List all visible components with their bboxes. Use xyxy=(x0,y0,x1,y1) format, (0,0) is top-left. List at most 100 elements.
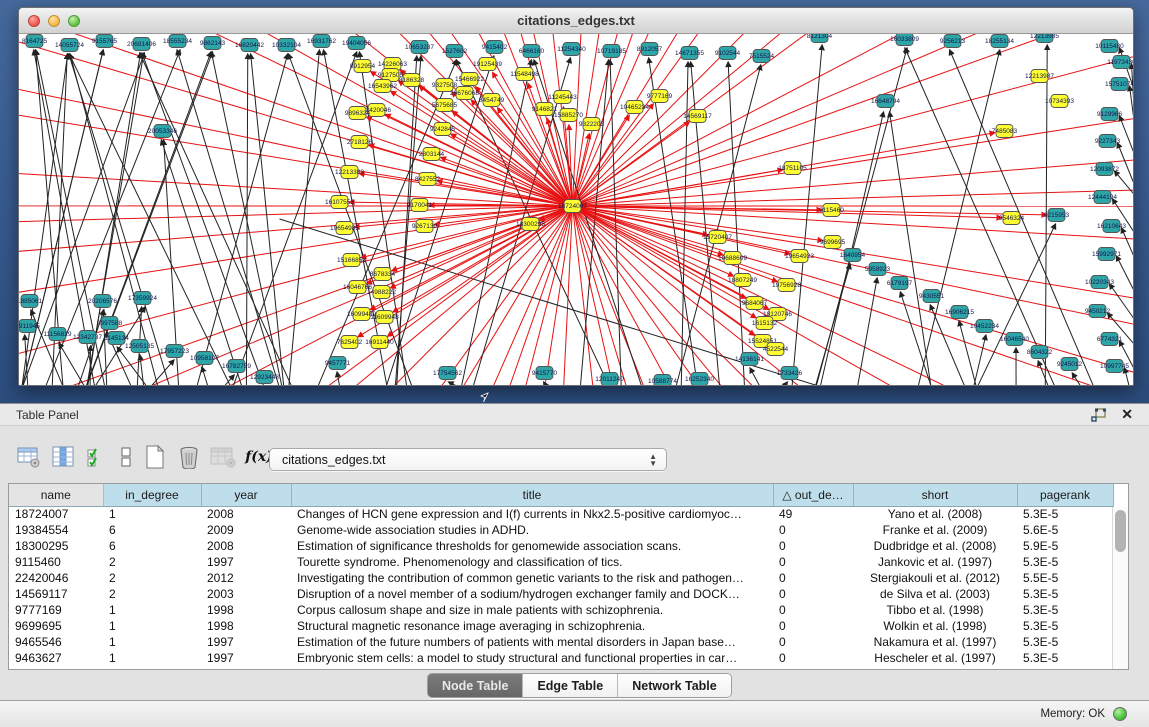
graph-node[interactable]: 16033809 xyxy=(890,34,919,46)
memory-ok-indicator[interactable] xyxy=(1113,707,1127,721)
graph-node[interactable]: 9245012 xyxy=(1057,358,1083,371)
graph-node[interactable]: 3911945 xyxy=(19,320,40,333)
column-header-pagerank[interactable]: pagerank xyxy=(1017,484,1113,506)
table-row[interactable]: 911546021997Tourette syndrome. Phenomeno… xyxy=(9,554,1113,570)
graph-node[interactable]: 10734393 xyxy=(1045,95,1074,108)
graph-node[interactable]: 17754562 xyxy=(433,367,462,380)
graph-node[interactable]: 15720407 xyxy=(703,231,732,244)
column-header-out_de[interactable]: △ out_de… xyxy=(773,484,853,506)
graph-node[interactable]: 12011240 xyxy=(595,373,624,386)
graph-node[interactable]: 12444194 xyxy=(1088,191,1117,204)
graph-node[interactable]: 9415770 xyxy=(532,367,558,380)
table-row[interactable]: 977716911998Corpus callosum shape and si… xyxy=(9,602,1113,618)
column-header-name[interactable]: name xyxy=(9,484,103,506)
column-header-short[interactable]: short xyxy=(853,484,1017,506)
graph-node[interactable]: 18751105 xyxy=(778,162,807,175)
select-all-icon[interactable] xyxy=(82,443,112,471)
graph-node[interactable]: 10465234 xyxy=(620,101,649,114)
graph-node[interactable]: 14055724 xyxy=(55,39,84,52)
graph-node[interactable]: 1885061 xyxy=(19,295,43,308)
show-columns-icon[interactable] xyxy=(48,443,78,471)
graph-node[interactable]: 20691406 xyxy=(127,38,156,51)
graph-node[interactable]: 16210643 xyxy=(1097,220,1126,233)
graph-node[interactable]: 14671355 xyxy=(675,47,704,60)
graph-node[interactable]: 9450212 xyxy=(1085,305,1111,318)
graph-node[interactable]: 9457771 xyxy=(325,357,351,370)
column-header-in_degree[interactable]: in_degree xyxy=(103,484,201,506)
graph-node[interactable]: 9129966 xyxy=(1097,108,1123,121)
graph-node[interactable]: 16931762 xyxy=(307,35,336,48)
graph-node[interactable]: 9242845 xyxy=(430,123,456,136)
graph-node[interactable]: 16906215 xyxy=(945,306,974,319)
graph-node[interactable]: 9415402 xyxy=(482,41,508,54)
scrollbar-thumb[interactable] xyxy=(1115,510,1126,552)
graph-node[interactable]: 1527602 xyxy=(442,45,468,58)
graph-node[interactable]: 18255134 xyxy=(985,35,1014,48)
graph-node[interactable]: 11156829 xyxy=(44,328,72,341)
graph-node[interactable]: 6774321 xyxy=(1097,333,1123,346)
graph-node[interactable]: 12213987 xyxy=(1025,70,1054,83)
tab-network-table[interactable]: Network Table xyxy=(618,674,731,697)
selection-mode-icon[interactable] xyxy=(116,443,136,471)
graph-node[interactable]: 9256213 xyxy=(940,35,966,48)
network-canvas[interactable]: 8912954142260639127505165439628186328932… xyxy=(19,34,1133,386)
graph-node[interactable]: 2718126 xyxy=(347,136,373,149)
graph-node[interactable]: 9155765 xyxy=(92,35,118,48)
graph-node[interactable]: 7625402 xyxy=(337,336,363,349)
graph-node[interactable]: 17957223 xyxy=(160,345,189,358)
graph-node[interactable]: 10588774 xyxy=(648,375,677,387)
graph-node[interactable]: 9227343 xyxy=(1095,135,1121,148)
graph-node[interactable]: 10719185 xyxy=(597,45,626,58)
graph-node[interactable]: 15885270 xyxy=(554,109,583,122)
graph-node[interactable]: 8121304 xyxy=(807,34,833,43)
graph-node[interactable]: 12505135 xyxy=(125,340,154,353)
graph-node[interactable]: 9322203 xyxy=(579,118,605,131)
graph-node[interactable]: 20206576 xyxy=(88,295,117,308)
tab-edge-table[interactable]: Edge Table xyxy=(523,674,618,697)
graph-node[interactable]: 9102544 xyxy=(715,47,741,60)
table-scrollbar[interactable] xyxy=(1112,507,1128,669)
graph-node[interactable]: 10452234 xyxy=(970,320,999,333)
graph-node[interactable]: 5958923 xyxy=(865,263,891,276)
table-row[interactable]: 2242004622012Investigating the contribut… xyxy=(9,570,1113,586)
graph-node[interactable]: 19404056 xyxy=(342,37,371,50)
float-panel-icon[interactable] xyxy=(1091,408,1107,423)
graph-node[interactable]: 16911440 xyxy=(365,336,394,349)
tab-node-table[interactable]: Node Table xyxy=(428,674,523,697)
create-table-icon[interactable] xyxy=(140,443,170,471)
graph-node[interactable]: 9862143 xyxy=(200,37,226,50)
network-window[interactable]: citations_edges.txt 89129541422606391275… xyxy=(18,7,1134,386)
graph-node[interactable]: 8912057 xyxy=(637,43,663,56)
graph-node[interactable]: 9699695 xyxy=(820,236,846,249)
graph-node[interactable]: 7485083 xyxy=(992,125,1018,138)
delete-table-icon[interactable] xyxy=(208,443,238,471)
table-mode-icon[interactable] xyxy=(14,443,44,471)
graph-node[interactable]: 16107553 xyxy=(325,196,354,209)
graph-node[interactable]: 10115480 xyxy=(1095,40,1124,53)
graph-node[interactable]: 16252340 xyxy=(685,373,714,386)
citation-graph[interactable]: 8912954142260639127505165439628186328932… xyxy=(19,34,1133,386)
table-row[interactable]: 946554611997Estimation of the future num… xyxy=(9,634,1113,650)
table-row[interactable]: 969969511998Structural magnetic resonanc… xyxy=(9,618,1113,634)
graph-node[interactable]: 1733426 xyxy=(777,367,803,380)
graph-node[interactable]: 15992971 xyxy=(1092,248,1121,261)
graph-node[interactable]: 19756928 xyxy=(772,279,801,292)
table-row[interactable]: 1830029562008Estimation of significance … xyxy=(9,538,1113,554)
graph-node[interactable]: 12093872 xyxy=(1090,163,1119,176)
graph-node[interactable]: 6466160 xyxy=(519,45,545,58)
graph-node[interactable]: 8164725 xyxy=(22,35,48,48)
table-selector-dropdown[interactable]: citations_edges.txt ▲▼ xyxy=(269,448,667,471)
column-header-title[interactable]: title xyxy=(291,484,773,506)
graph-node[interactable]: 10220343 xyxy=(1085,276,1114,289)
graph-node[interactable]: 11254340 xyxy=(557,43,586,56)
window-titlebar[interactable]: citations_edges.txt xyxy=(19,8,1133,34)
graph-node[interactable]: 9430551 xyxy=(919,290,945,303)
graph-node[interactable]: 9777169 xyxy=(647,90,673,103)
graph-node[interactable]: 16820442 xyxy=(235,39,264,52)
table-row[interactable]: 1456911722003Disruption of a novel membe… xyxy=(9,586,1113,602)
graph-node[interactable]: 14569117 xyxy=(683,110,712,123)
graph-node[interactable]: 10332104 xyxy=(272,39,301,52)
table-row[interactable]: 946362711997Embryonic stem cells: a mode… xyxy=(9,650,1113,666)
graph-node[interactable]: 12213985 xyxy=(1030,34,1059,43)
graph-node[interactable]: 9170041 xyxy=(407,199,433,212)
